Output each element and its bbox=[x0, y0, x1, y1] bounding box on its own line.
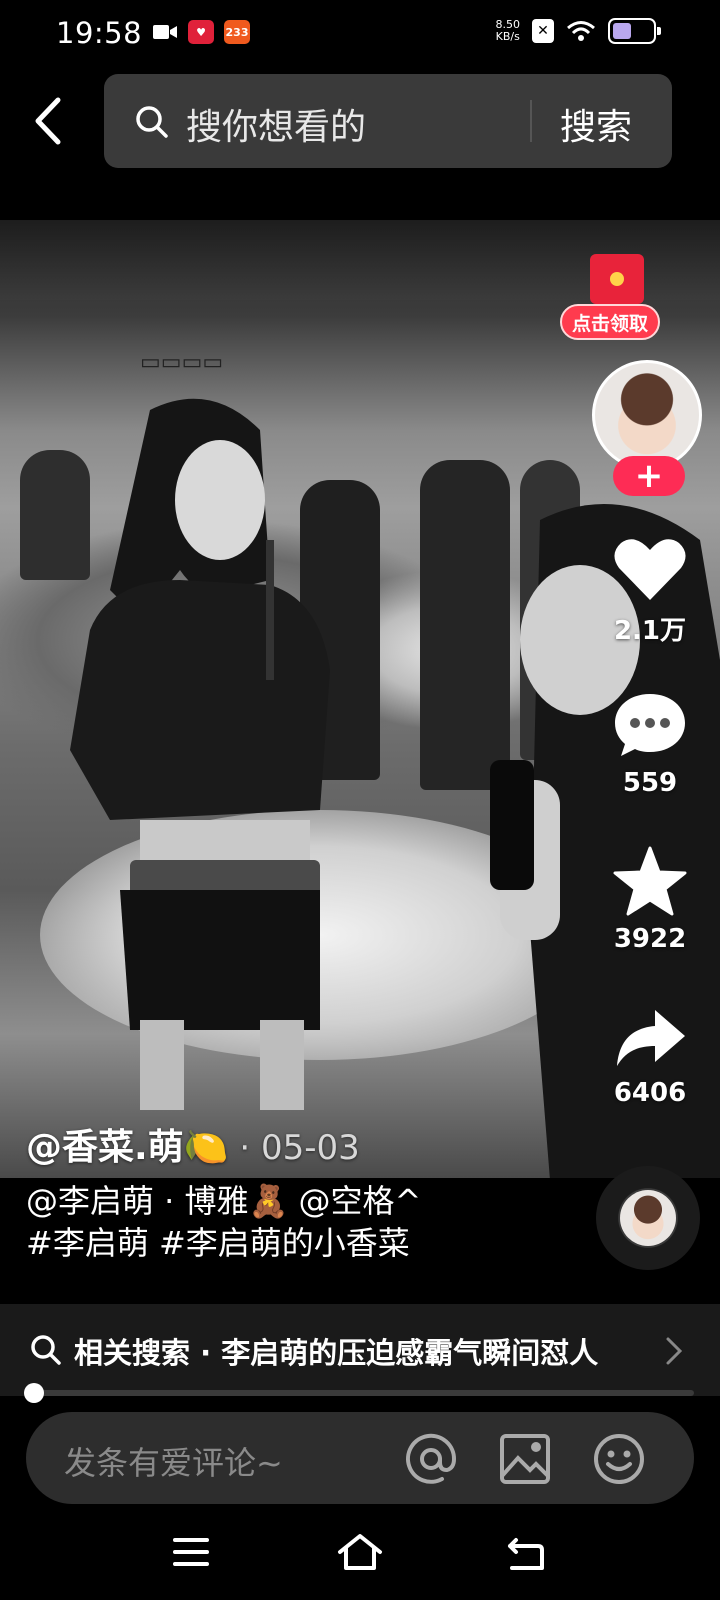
comment-button[interactable]: 559 bbox=[600, 690, 700, 798]
video-progress-bar[interactable] bbox=[34, 1390, 694, 1396]
back-arrow-icon[interactable] bbox=[30, 96, 70, 146]
menu-icon[interactable] bbox=[172, 1536, 210, 1568]
status-bar: 19:58 ♥ 233 8.50 KB/s ✕ bbox=[0, 0, 720, 66]
share-icon bbox=[617, 1010, 685, 1066]
search-icon bbox=[136, 106, 168, 138]
at-icon[interactable] bbox=[404, 1432, 458, 1486]
red-packet-icon bbox=[590, 254, 644, 304]
search-input[interactable]: 搜你想看的 bbox=[186, 98, 366, 150]
search-icon bbox=[31, 1335, 61, 1365]
caption-hashtags[interactable]: #李启萌 #李启萌的小香菜 bbox=[26, 1222, 421, 1264]
video-background-banner: ▭▭▭▭ bbox=[140, 350, 224, 375]
author-avatar[interactable] bbox=[592, 360, 702, 470]
battery-level bbox=[613, 23, 631, 39]
search-button[interactable]: 搜索 bbox=[560, 98, 632, 150]
video-camera-icon bbox=[153, 25, 177, 39]
music-disc-cover bbox=[620, 1190, 676, 1246]
comment-icon bbox=[615, 694, 685, 756]
video-author[interactable]: @香菜.萌🍋 bbox=[26, 1127, 229, 1168]
home-icon[interactable] bbox=[336, 1532, 384, 1572]
comment-input-bar[interactable]: 发条有爱评论~ bbox=[26, 1412, 694, 1504]
follow-button[interactable]: + bbox=[613, 456, 685, 496]
network-speed-unit: KB/s bbox=[495, 30, 520, 43]
wifi-icon bbox=[567, 21, 595, 41]
video-date: · 05-03 bbox=[228, 1128, 360, 1168]
search-bar[interactable]: 搜你想看的 搜索 bbox=[104, 74, 672, 168]
music-disc-icon[interactable] bbox=[596, 1166, 700, 1270]
favorite-count: 3922 bbox=[613, 924, 687, 954]
caption-mentions[interactable]: @李启萌 · 博雅🧸 @空格^ bbox=[26, 1180, 421, 1222]
no-sim-icon: ✕ bbox=[532, 19, 554, 43]
video-author-line[interactable]: @香菜.萌🍋 · 05-03 bbox=[26, 1118, 360, 1170]
comment-count: 559 bbox=[622, 768, 678, 798]
system-nav-bar bbox=[0, 1510, 720, 1600]
app-badge-red: ♥ bbox=[188, 20, 214, 44]
network-speed: 8.50 KB/s bbox=[496, 19, 521, 43]
app-badge-orange: 233 bbox=[224, 20, 250, 44]
star-icon bbox=[613, 846, 687, 916]
video-singer-left bbox=[70, 398, 330, 1110]
related-search-bar[interactable]: 相关搜索 · 李启萌的压迫感霸气瞬间怼人 bbox=[0, 1304, 720, 1396]
share-count: 6406 bbox=[613, 1078, 687, 1108]
video-progress-handle[interactable] bbox=[24, 1383, 44, 1403]
status-right-icons: 8.50 KB/s ✕ bbox=[496, 18, 661, 44]
heart-icon bbox=[614, 539, 686, 600]
emoji-icon[interactable] bbox=[592, 1432, 646, 1486]
battery-icon bbox=[608, 18, 661, 44]
red-packet-label: 点击领取 bbox=[560, 304, 660, 340]
favorite-button[interactable]: 3922 bbox=[600, 846, 700, 954]
comment-input[interactable]: 发条有爱评论~ bbox=[64, 1438, 283, 1484]
related-search-text: 相关搜索 · 李启萌的压迫感霸气瞬间怼人 bbox=[74, 1336, 599, 1370]
red-packet-button[interactable]: 点击领取 bbox=[560, 254, 674, 350]
video-caption: @李启萌 · 博雅🧸 @空格^ #李启萌 #李启萌的小香菜 bbox=[26, 1180, 421, 1264]
return-icon[interactable] bbox=[506, 1536, 546, 1572]
status-time: 19:58 bbox=[56, 16, 143, 50]
chevron-right-icon bbox=[666, 1337, 683, 1365]
like-button[interactable]: 2.1万 bbox=[600, 536, 700, 647]
share-button[interactable]: 6406 bbox=[600, 1006, 700, 1108]
image-icon[interactable] bbox=[498, 1432, 552, 1486]
search-divider bbox=[530, 100, 532, 142]
status-notification-icons: ♥ 233 bbox=[152, 20, 250, 44]
like-count: 2.1万 bbox=[613, 616, 687, 646]
